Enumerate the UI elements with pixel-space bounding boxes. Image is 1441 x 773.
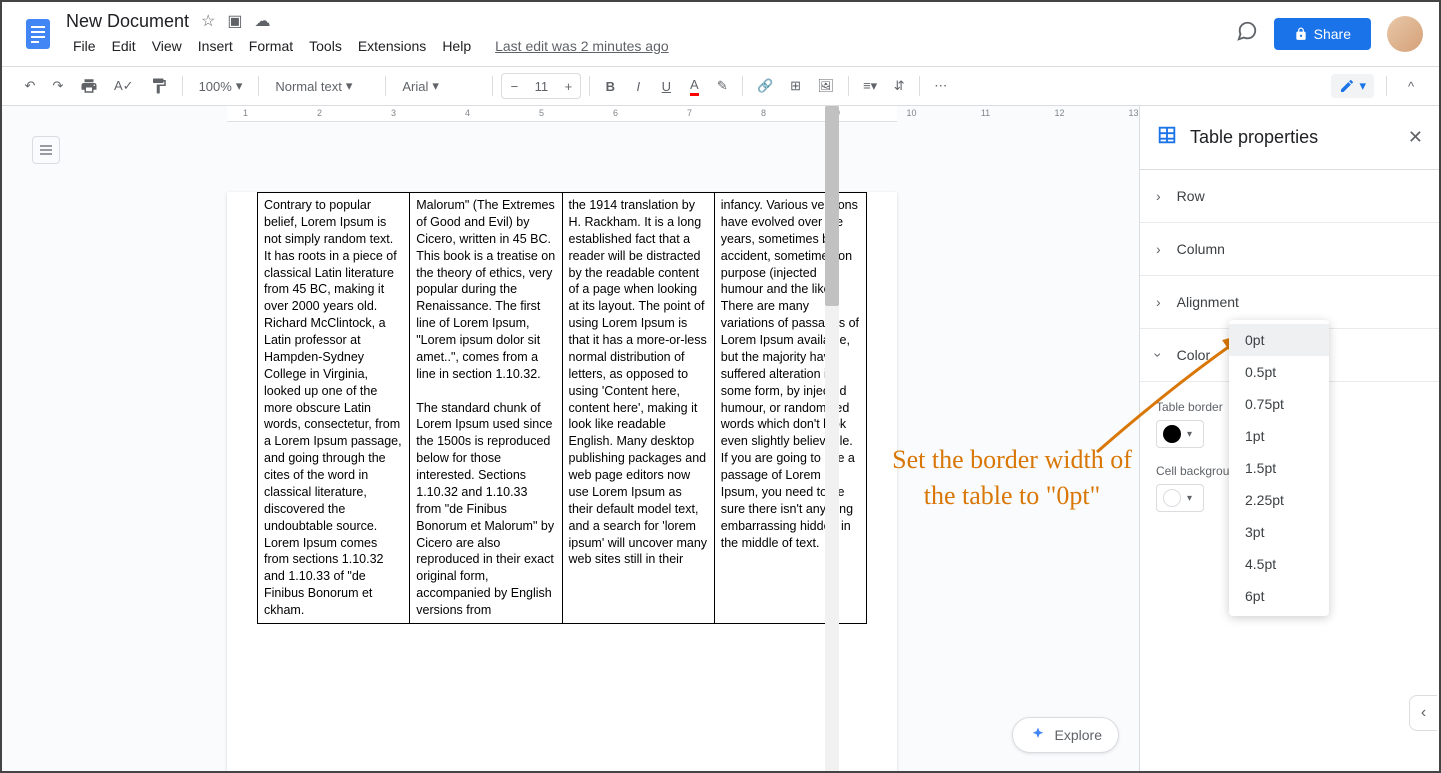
chevron-right-icon: › (1156, 241, 1161, 257)
italic-button[interactable]: I (626, 72, 650, 100)
section-label: Column (1177, 241, 1225, 257)
underline-button[interactable]: U (654, 72, 678, 100)
sidebar-section-column[interactable]: › Column (1140, 223, 1439, 276)
spellcheck-button[interactable]: A✓ (108, 72, 140, 100)
vertical-scrollbar[interactable] (825, 106, 839, 771)
share-button[interactable]: Share (1274, 18, 1371, 50)
horizontal-ruler[interactable]: 1234567891011121314 (227, 106, 897, 122)
table-cell[interactable]: the 1914 translation by H. Rackham. It i… (562, 193, 714, 624)
dropdown-option-1pt[interactable]: 1pt (1229, 420, 1329, 452)
table-cell[interactable]: infancy. Various versions have evolved o… (714, 193, 866, 624)
cloud-icon[interactable]: ☁ (255, 11, 271, 31)
chevron-right-icon: › (1156, 294, 1161, 310)
border-color-picker[interactable]: ▾ (1156, 420, 1204, 448)
dropdown-option-4-5pt[interactable]: 4.5pt (1229, 548, 1329, 580)
print-button[interactable] (74, 72, 104, 100)
move-icon[interactable]: ▣ (227, 11, 242, 31)
font-size-value[interactable]: 11 (526, 79, 556, 94)
outline-button[interactable] (32, 136, 60, 164)
document-area: 1234567891011121314 Contrary to popular … (2, 106, 1139, 771)
content-table[interactable]: Contrary to popular belief, Lorem Ipsum … (257, 192, 867, 624)
menu-file[interactable]: File (66, 34, 103, 58)
section-label: Alignment (1177, 294, 1239, 310)
header-right: Share (1236, 16, 1423, 52)
user-avatar[interactable] (1387, 16, 1423, 52)
dropdown-option-3pt[interactable]: 3pt (1229, 516, 1329, 548)
last-edit-link[interactable]: Last edit was 2 minutes ago (488, 34, 676, 58)
sidebar-header: Table properties ✕ (1140, 106, 1439, 170)
menu-help[interactable]: Help (435, 34, 478, 58)
border-width-dropdown: 0pt0.5pt0.75pt1pt1.5pt2.25pt3pt4.5pt6pt (1229, 320, 1329, 616)
insert-image-button[interactable]: 🖼 (812, 72, 841, 100)
undo-button[interactable]: ↶ (18, 72, 42, 100)
table-cell[interactable]: Malorum" (The Extremes of Good and Evil)… (410, 193, 562, 624)
menu-edit[interactable]: Edit (105, 34, 143, 58)
table-cell[interactable]: Contrary to popular belief, Lorem Ipsum … (258, 193, 410, 624)
app-header: New Document ☆ ▣ ☁ File Edit View Insert… (2, 2, 1439, 66)
menu-tools[interactable]: Tools (302, 34, 349, 58)
chevron-down-icon: › (1150, 353, 1166, 358)
sidebar-title: Table properties (1190, 127, 1396, 148)
dropdown-option-2-25pt[interactable]: 2.25pt (1229, 484, 1329, 516)
bg-color-swatch (1163, 489, 1181, 507)
sidebar-section-row[interactable]: › Row (1140, 170, 1439, 223)
redo-button[interactable]: ↷ (46, 72, 70, 100)
zoom-select[interactable]: 100%▾ (191, 74, 251, 98)
editing-mode-button[interactable]: ▾ (1331, 74, 1374, 98)
star-icon[interactable]: ☆ (201, 11, 215, 31)
main-area: 1234567891011121314 Contrary to popular … (2, 106, 1439, 771)
side-panel-toggle[interactable]: ‹ (1409, 695, 1437, 731)
dropdown-option-1-5pt[interactable]: 1.5pt (1229, 452, 1329, 484)
explore-label: Explore (1055, 727, 1102, 743)
table-row[interactable]: Contrary to popular belief, Lorem Ipsum … (258, 193, 867, 624)
docs-logo[interactable] (18, 14, 58, 54)
menu-insert[interactable]: Insert (191, 34, 240, 58)
section-label: Color (1177, 347, 1210, 363)
dropdown-option-0pt[interactable]: 0pt (1229, 324, 1329, 356)
title-row: New Document ☆ ▣ ☁ (66, 11, 1236, 32)
style-select[interactable]: Normal text▾ (267, 74, 377, 98)
more-button[interactable]: ⋯ (928, 72, 953, 100)
border-color-swatch (1163, 425, 1181, 443)
dropdown-option-0-5pt[interactable]: 0.5pt (1229, 356, 1329, 388)
page[interactable]: Contrary to popular belief, Lorem Ipsum … (227, 192, 897, 771)
highlight-button[interactable]: ✎ (710, 72, 734, 100)
menu-extensions[interactable]: Extensions (351, 34, 433, 58)
bold-button[interactable]: B (598, 72, 622, 100)
document-title[interactable]: New Document (66, 11, 189, 32)
menu-bar: File Edit View Insert Format Tools Exten… (66, 34, 1236, 58)
font-size-increase[interactable]: + (556, 74, 580, 98)
menu-view[interactable]: View (145, 34, 189, 58)
share-label: Share (1314, 26, 1351, 42)
close-sidebar-button[interactable]: ✕ (1408, 127, 1423, 148)
align-button[interactable]: ≡▾ (857, 72, 883, 100)
add-comment-button[interactable]: ⊞ (784, 72, 808, 100)
title-icons: ☆ ▣ ☁ (201, 11, 270, 31)
explore-button[interactable]: Explore (1012, 717, 1119, 753)
menu-format[interactable]: Format (242, 34, 300, 58)
line-spacing-button[interactable]: ⇵ (887, 72, 911, 100)
section-label: Row (1177, 188, 1205, 204)
insert-link-button[interactable]: 🔗 (751, 72, 779, 100)
title-area: New Document ☆ ▣ ☁ File Edit View Insert… (66, 11, 1236, 58)
toolbar: ↶ ↷ A✓ 100%▾ Normal text▾ Arial▾ − 11 + … (2, 66, 1439, 106)
comment-history-icon[interactable] (1236, 20, 1258, 48)
text-color-button[interactable]: A (682, 72, 706, 100)
dropdown-option-0-75pt[interactable]: 0.75pt (1229, 388, 1329, 420)
collapse-toolbar-button[interactable]: ^ (1399, 72, 1423, 100)
font-size-decrease[interactable]: − (502, 74, 526, 98)
paint-format-button[interactable] (144, 72, 174, 100)
table-icon (1156, 124, 1178, 151)
bg-color-picker[interactable]: ▾ (1156, 484, 1204, 512)
chevron-right-icon: › (1156, 188, 1161, 204)
font-select[interactable]: Arial▾ (394, 74, 484, 98)
dropdown-option-6pt[interactable]: 6pt (1229, 580, 1329, 612)
font-size-control: − 11 + (501, 73, 581, 99)
